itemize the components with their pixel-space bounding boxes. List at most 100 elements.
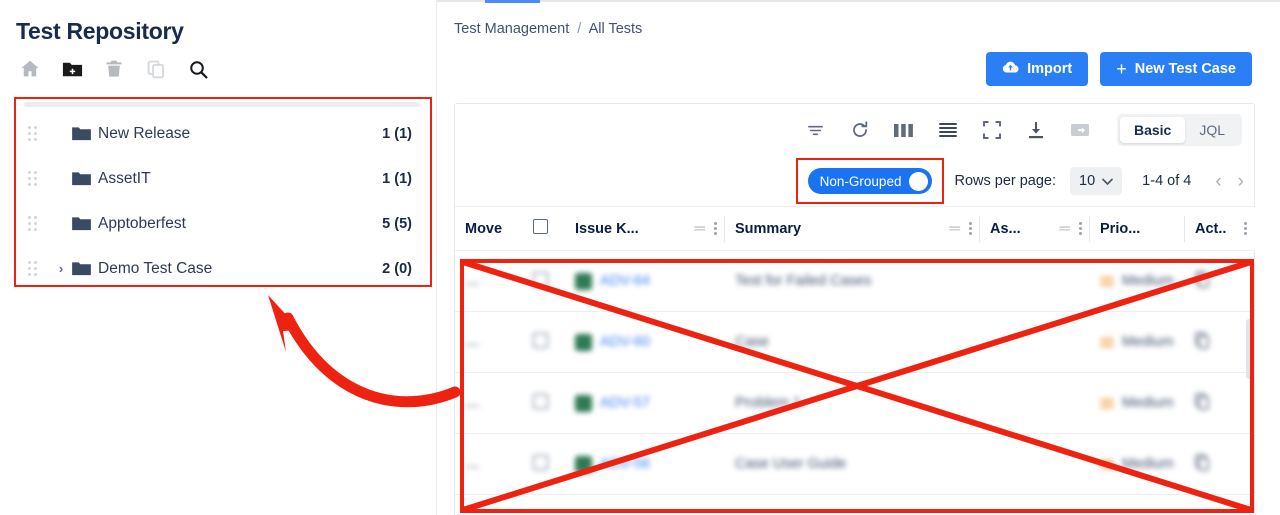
cell-issue-key[interactable]: ADV-56 — [565, 433, 725, 495]
move-handle-icon[interactable] — [465, 344, 479, 346]
export-folder-icon[interactable] — [1069, 119, 1091, 141]
column-header-priority[interactable]: Prio... — [1090, 206, 1185, 251]
home-icon[interactable] — [18, 57, 42, 81]
row-checkbox[interactable] — [533, 454, 548, 470]
cell-select[interactable] — [523, 250, 565, 312]
tests-table-card: Basic JQL Non-Grouped Rows per page: 10 — [454, 103, 1255, 515]
column-header-select-all[interactable] — [523, 206, 565, 251]
search-icon[interactable] — [186, 57, 210, 81]
cell-issue-key[interactable]: ADV-57 — [565, 372, 725, 434]
toggle-knob — [909, 171, 929, 191]
table-header: Move Issue K... ═ Summary ═ As... ═ Prio… — [455, 206, 1255, 251]
test-case-type-icon — [575, 272, 592, 290]
new-test-case-label: New Test Case — [1134, 61, 1236, 77]
row-checkbox[interactable] — [533, 332, 548, 348]
column-header-actions[interactable]: Act.. — [1185, 206, 1255, 251]
cell-select[interactable] — [523, 311, 565, 373]
active-tab-indicator[interactable] — [485, 0, 540, 3]
table-row[interactable]: ADV-56 Case User Guide Medium — [455, 433, 1255, 495]
prev-page-button[interactable]: ‹ — [1215, 172, 1221, 191]
cell-priority: Medium — [1090, 250, 1185, 312]
mode-basic-option[interactable]: Basic — [1119, 117, 1186, 143]
drag-handle-icon[interactable] — [28, 170, 42, 187]
move-handle-icon[interactable] — [465, 283, 479, 285]
import-button[interactable]: Import — [986, 52, 1089, 86]
table-row[interactable]: ADV-60 Case Medium — [455, 311, 1255, 373]
column-header-issue-key[interactable]: Issue K... ═ — [565, 206, 725, 251]
column-menu-icon[interactable] — [714, 222, 717, 235]
rows-per-page-select[interactable]: 10 — [1070, 167, 1123, 195]
cell-issue-key[interactable]: ADV-64 — [565, 250, 725, 312]
cell-summary[interactable]: Problem 1 — [725, 372, 980, 434]
select-all-checkbox[interactable] — [533, 219, 548, 234]
cell-actions[interactable] — [1185, 433, 1255, 495]
cell-select[interactable] — [523, 433, 565, 495]
filter-icon[interactable] — [805, 119, 827, 141]
tree-item-count: 1 (1) — [382, 170, 412, 187]
new-test-case-button[interactable]: + New Test Case — [1100, 52, 1252, 86]
cell-actions[interactable] — [1185, 250, 1255, 312]
cell-move[interactable] — [455, 372, 523, 434]
cell-assignee — [980, 433, 1090, 495]
cell-move[interactable] — [455, 311, 523, 373]
cell-actions[interactable] — [1185, 311, 1255, 373]
table-vertical-scrollbar[interactable] — [1246, 319, 1252, 379]
cell-move[interactable] — [455, 433, 523, 495]
issue-key-link[interactable]: ADV-60 — [600, 334, 650, 350]
resize-icon[interactable]: ═ — [694, 220, 705, 237]
list-item[interactable]: Apptoberfest 5 (5) — [16, 201, 430, 246]
duplicate-icon[interactable] — [1195, 453, 1210, 475]
drag-handle-icon[interactable] — [28, 125, 42, 142]
issue-key-link[interactable]: ADV-64 — [600, 273, 650, 289]
table-toolbar: Basic JQL — [455, 104, 1254, 156]
non-grouped-toggle[interactable]: Non-Grouped — [807, 168, 933, 194]
cell-issue-key[interactable]: ADV-60 — [565, 311, 725, 373]
cell-select[interactable] — [523, 372, 565, 434]
breadcrumb-parent[interactable]: Test Management — [454, 21, 569, 37]
column-header-summary[interactable]: Summary ═ — [725, 206, 980, 251]
column-menu-icon[interactable] — [969, 222, 972, 235]
new-folder-icon[interactable] — [60, 57, 84, 81]
density-icon[interactable] — [937, 119, 959, 141]
list-item[interactable]: › Demo Test Case 2 (0) — [16, 246, 430, 291]
cell-summary[interactable]: Case User Guide — [725, 433, 980, 495]
column-header-move-label: Move — [465, 220, 503, 237]
tests-table: Move Issue K... ═ Summary ═ As... ═ Prio… — [455, 206, 1255, 495]
resize-icon[interactable]: ═ — [1059, 220, 1070, 237]
column-header-move[interactable]: Move — [455, 206, 523, 251]
table-row[interactable]: ADV-57 Problem 1 Medium — [455, 372, 1255, 434]
chevron-right-icon[interactable]: › — [50, 261, 72, 276]
drag-handle-icon[interactable] — [28, 215, 42, 232]
move-handle-icon[interactable] — [465, 466, 479, 468]
column-menu-icon[interactable] — [1244, 222, 1247, 235]
cell-actions[interactable] — [1185, 372, 1255, 434]
refresh-icon[interactable] — [849, 119, 871, 141]
download-icon[interactable] — [1025, 119, 1047, 141]
cell-move[interactable] — [455, 250, 523, 312]
list-item[interactable]: New Release 1 (1) — [16, 111, 430, 156]
duplicate-icon[interactable] — [1195, 392, 1210, 414]
fullscreen-icon[interactable] — [981, 119, 1003, 141]
issue-key-link[interactable]: ADV-56 — [600, 456, 650, 472]
tree-horizontal-scrollbar[interactable] — [24, 102, 420, 107]
drag-handle-icon[interactable] — [28, 260, 42, 277]
mode-jql-option[interactable]: JQL — [1185, 117, 1239, 143]
column-menu-icon[interactable] — [1079, 222, 1082, 235]
issue-key-link[interactable]: ADV-57 — [600, 395, 650, 411]
columns-icon[interactable] — [893, 119, 915, 141]
column-header-assignee[interactable]: As... ═ — [980, 206, 1090, 251]
cell-summary[interactable]: Test for Failed Cases — [725, 250, 980, 312]
move-handle-icon[interactable] — [465, 405, 479, 407]
table-row[interactable]: ADV-64 Test for Failed Cases Medium — [455, 250, 1255, 312]
duplicate-icon[interactable] — [1195, 331, 1210, 353]
trash-icon[interactable] — [102, 57, 126, 81]
resize-icon[interactable]: ═ — [949, 220, 960, 237]
next-page-button[interactable]: › — [1238, 172, 1244, 191]
folder-icon — [72, 126, 98, 141]
list-item[interactable]: AssetIT 1 (1) — [16, 156, 430, 201]
row-checkbox[interactable] — [533, 271, 548, 287]
cell-summary[interactable]: Case — [725, 311, 980, 373]
duplicate-icon[interactable] — [1195, 270, 1210, 292]
copy-icon[interactable] — [144, 57, 168, 81]
row-checkbox[interactable] — [533, 393, 548, 409]
